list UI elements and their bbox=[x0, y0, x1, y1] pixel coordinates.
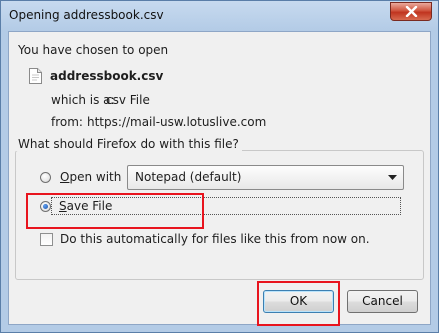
from-label: from: bbox=[51, 115, 83, 129]
application-select-value: Notepad (default) bbox=[135, 170, 242, 184]
window-title: Opening addressbook.csv bbox=[9, 8, 164, 22]
dialog-content: You have chosen to open addressbook.csv … bbox=[8, 31, 431, 325]
group-title: What should Firefox do with this file? bbox=[15, 137, 242, 151]
close-icon bbox=[405, 6, 418, 17]
title-bar[interactable]: Opening addressbook.csv bbox=[1, 1, 438, 31]
type-value: csv File bbox=[106, 93, 150, 107]
close-button[interactable] bbox=[390, 2, 432, 21]
intro-text: You have chosen to open bbox=[18, 43, 169, 57]
open-with-label[interactable]: Open with bbox=[60, 170, 121, 184]
file-name: addressbook.csv bbox=[50, 69, 164, 83]
application-select[interactable]: Notepad (default) bbox=[127, 165, 404, 190]
file-icon bbox=[29, 68, 42, 84]
chevron-down-icon bbox=[388, 175, 397, 180]
open-with-label-text: pen with bbox=[69, 170, 122, 184]
cancel-button[interactable]: Cancel bbox=[347, 290, 418, 313]
auto-action-label[interactable]: Do this automatically for files like thi… bbox=[60, 232, 370, 246]
open-with-radio[interactable] bbox=[40, 172, 51, 183]
save-file-highlight bbox=[26, 193, 204, 229]
file-download-dialog: Opening addressbook.csv You have chosen … bbox=[0, 0, 439, 333]
auto-action-checkbox[interactable] bbox=[40, 233, 53, 246]
from-value: https://mail-usw.lotuslive.com bbox=[87, 115, 267, 129]
ok-button-highlight bbox=[257, 281, 340, 326]
